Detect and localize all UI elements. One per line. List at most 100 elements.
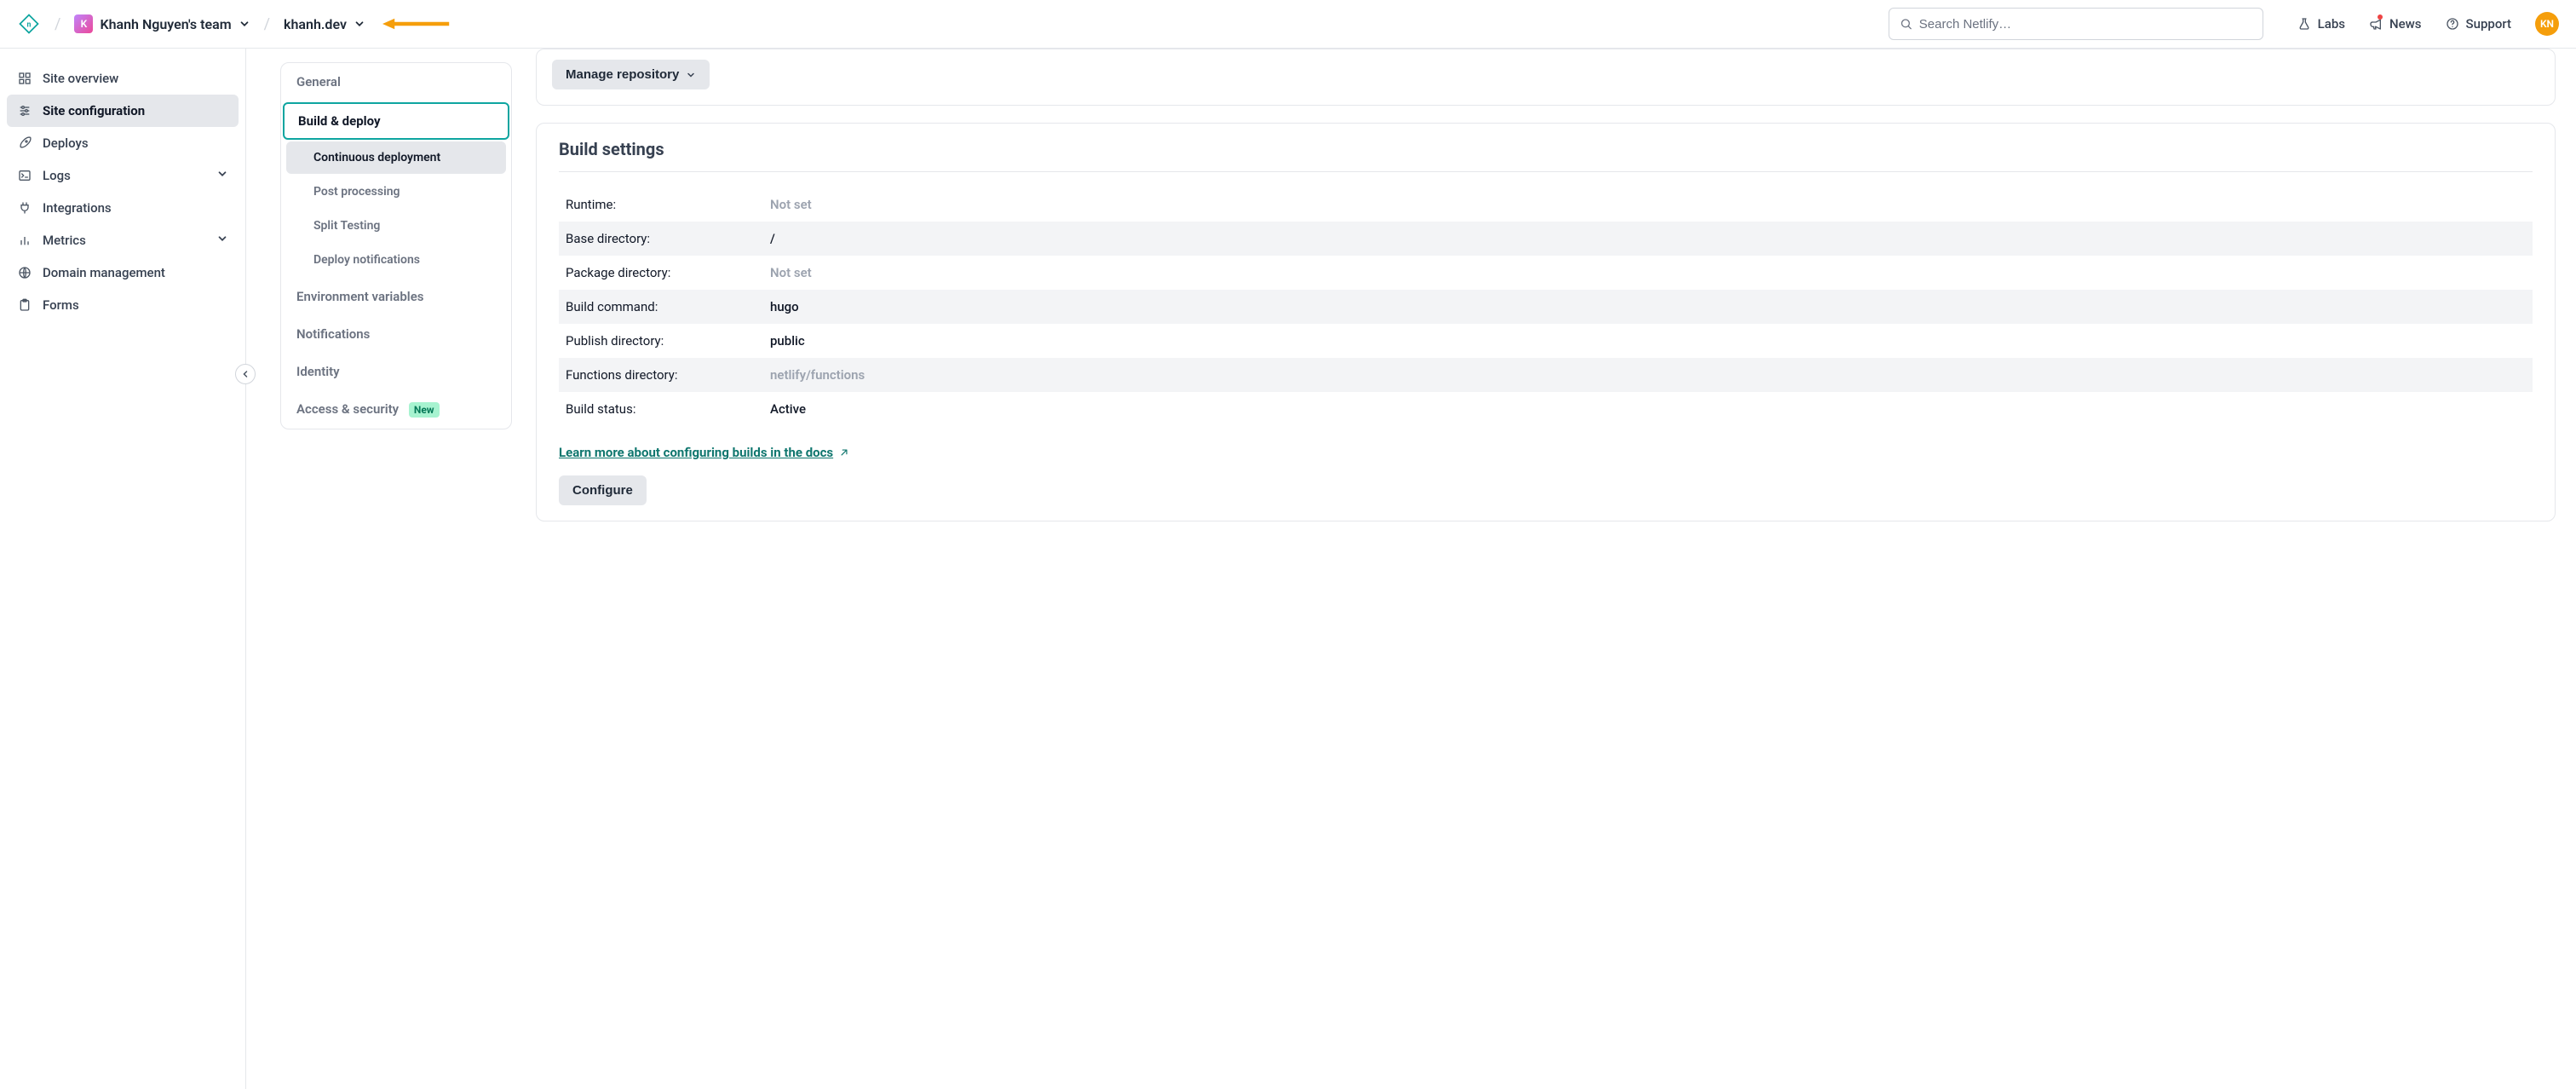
setting-key: Functions directory: xyxy=(559,358,763,392)
subnav-access-security-label: Access & security xyxy=(296,401,399,417)
search-box[interactable] xyxy=(1889,8,2263,40)
labs-link[interactable]: Labs xyxy=(2297,16,2345,32)
flask-icon xyxy=(2297,17,2311,31)
sidebar-item-label: Metrics xyxy=(43,233,86,248)
svg-text:n: n xyxy=(27,21,32,30)
subnav-build-deploy[interactable]: Build & deploy xyxy=(283,102,509,140)
table-row: Base directory:/ xyxy=(559,222,2533,256)
sidebar-item-label: Integrations xyxy=(43,200,112,216)
docs-link[interactable]: Learn more about configuring builds in t… xyxy=(559,445,850,460)
news-link[interactable]: News xyxy=(2369,16,2422,32)
sidebar-item-label: Deploys xyxy=(43,135,89,151)
support-label: Support xyxy=(2466,16,2511,32)
manage-repository-button[interactable]: Manage repository xyxy=(552,60,710,89)
breadcrumb-site-label: khanh.dev xyxy=(284,16,347,32)
setting-key: Runtime: xyxy=(559,187,763,222)
new-badge: New xyxy=(409,402,440,418)
sidebar-item-metrics[interactable]: Metrics xyxy=(7,224,239,256)
top-links: Labs News Support KN xyxy=(2297,12,2559,36)
build-settings-panel: Build settings Runtime:Not setBase direc… xyxy=(536,123,2556,521)
manage-repository-label: Manage repository xyxy=(566,67,679,82)
configure-label: Configure xyxy=(572,483,633,498)
table-row: Publish directory:public xyxy=(559,324,2533,358)
setting-key: Base directory: xyxy=(559,222,763,256)
sidebar-item-configuration[interactable]: Site configuration xyxy=(7,95,239,127)
search-icon xyxy=(1900,17,1912,31)
setting-key: Package directory: xyxy=(559,256,763,290)
collapse-sidebar-button[interactable] xyxy=(235,364,256,384)
search-input[interactable] xyxy=(1919,17,2252,32)
setting-key: Build command: xyxy=(559,290,763,324)
table-row: Build command:hugo xyxy=(559,290,2533,324)
subnav-deploy-notifications[interactable]: Deploy notifications xyxy=(286,244,506,276)
subnav-notifications[interactable]: Notifications xyxy=(281,315,511,353)
setting-value: / xyxy=(763,222,2533,256)
build-settings-title: Build settings xyxy=(559,139,2533,172)
setting-value: hugo xyxy=(763,290,2533,324)
sidebar-item-label: Logs xyxy=(43,168,71,183)
subnav-continuous-deployment[interactable]: Continuous deployment xyxy=(286,141,506,174)
setting-key: Build status: xyxy=(559,392,763,426)
sidebar-item-integrations[interactable]: Integrations xyxy=(7,192,239,224)
breadcrumb-separator: / xyxy=(261,15,273,33)
sidebar-item-overview[interactable]: Site overview xyxy=(7,62,239,95)
rocket-icon xyxy=(17,135,32,151)
team-badge: K xyxy=(74,14,93,33)
subnav-env-vars[interactable]: Environment variables xyxy=(281,278,511,315)
setting-value: netlify/functions xyxy=(763,358,2533,392)
setting-value: Not set xyxy=(763,187,2533,222)
docs-link-label: Learn more about configuring builds in t… xyxy=(559,445,833,460)
sidebar-item-label: Domain management xyxy=(43,265,165,280)
chevron-down-icon xyxy=(239,18,250,30)
sidebar-item-logs[interactable]: Logs xyxy=(7,159,239,192)
avatar[interactable]: KN xyxy=(2535,12,2559,36)
setting-value: public xyxy=(763,324,2533,358)
topbar: n / K Khanh Nguyen's team / khanh.dev La… xyxy=(0,0,2576,49)
table-row: Functions directory:netlify/functions xyxy=(559,358,2533,392)
subnav-split-testing[interactable]: Split Testing xyxy=(286,210,506,242)
sliders-icon xyxy=(17,103,32,118)
external-link-icon xyxy=(838,447,850,458)
globe-icon xyxy=(17,265,32,280)
breadcrumb-separator: / xyxy=(51,15,64,33)
help-icon xyxy=(2446,17,2459,31)
configure-button[interactable]: Configure xyxy=(559,475,647,505)
table-row: Package directory:Not set xyxy=(559,256,2533,290)
setting-value: Not set xyxy=(763,256,2533,290)
subnav-general[interactable]: General xyxy=(281,63,511,101)
subnav-identity[interactable]: Identity xyxy=(281,353,511,390)
plug-icon xyxy=(17,200,32,216)
breadcrumb-site[interactable]: khanh.dev xyxy=(284,16,365,32)
sidebar-item-label: Forms xyxy=(43,297,79,313)
subnav-post-processing[interactable]: Post processing xyxy=(286,176,506,208)
netlify-logo[interactable]: n xyxy=(17,12,41,36)
build-settings-table: Runtime:Not setBase directory:/Package d… xyxy=(559,187,2533,426)
sidebar-item-label: Site overview xyxy=(43,71,118,86)
sidebar-item-domain[interactable]: Domain management xyxy=(7,256,239,289)
subnav-access-security[interactable]: Access & security New xyxy=(281,390,511,429)
news-notification-dot xyxy=(2378,14,2383,20)
news-label: News xyxy=(2389,16,2422,32)
table-row: Build status:Active xyxy=(559,392,2533,426)
breadcrumb-team[interactable]: K Khanh Nguyen's team xyxy=(74,14,250,33)
chevron-down-icon xyxy=(216,168,228,183)
sidebar-item-deploys[interactable]: Deploys xyxy=(7,127,239,159)
labs-label: Labs xyxy=(2318,16,2345,32)
breadcrumb-team-label: Khanh Nguyen's team xyxy=(100,16,231,32)
chevron-down-icon xyxy=(686,70,696,80)
chevron-down-icon xyxy=(354,18,365,30)
setting-value: Active xyxy=(763,392,2533,426)
sidebar-item-forms[interactable]: Forms xyxy=(7,289,239,321)
table-row: Runtime:Not set xyxy=(559,187,2533,222)
annotation-arrow xyxy=(382,15,451,32)
grid-icon xyxy=(17,71,32,86)
sidebar: Site overview Site configuration Deploys… xyxy=(0,49,246,1089)
clipboard-icon xyxy=(17,297,32,313)
terminal-icon xyxy=(17,168,32,183)
support-link[interactable]: Support xyxy=(2446,16,2511,32)
sidebar-item-label: Site configuration xyxy=(43,103,145,118)
bar-chart-icon xyxy=(17,233,32,248)
repository-panel: Manage repository xyxy=(536,49,2556,106)
setting-key: Publish directory: xyxy=(559,324,763,358)
chevron-down-icon xyxy=(216,233,228,248)
